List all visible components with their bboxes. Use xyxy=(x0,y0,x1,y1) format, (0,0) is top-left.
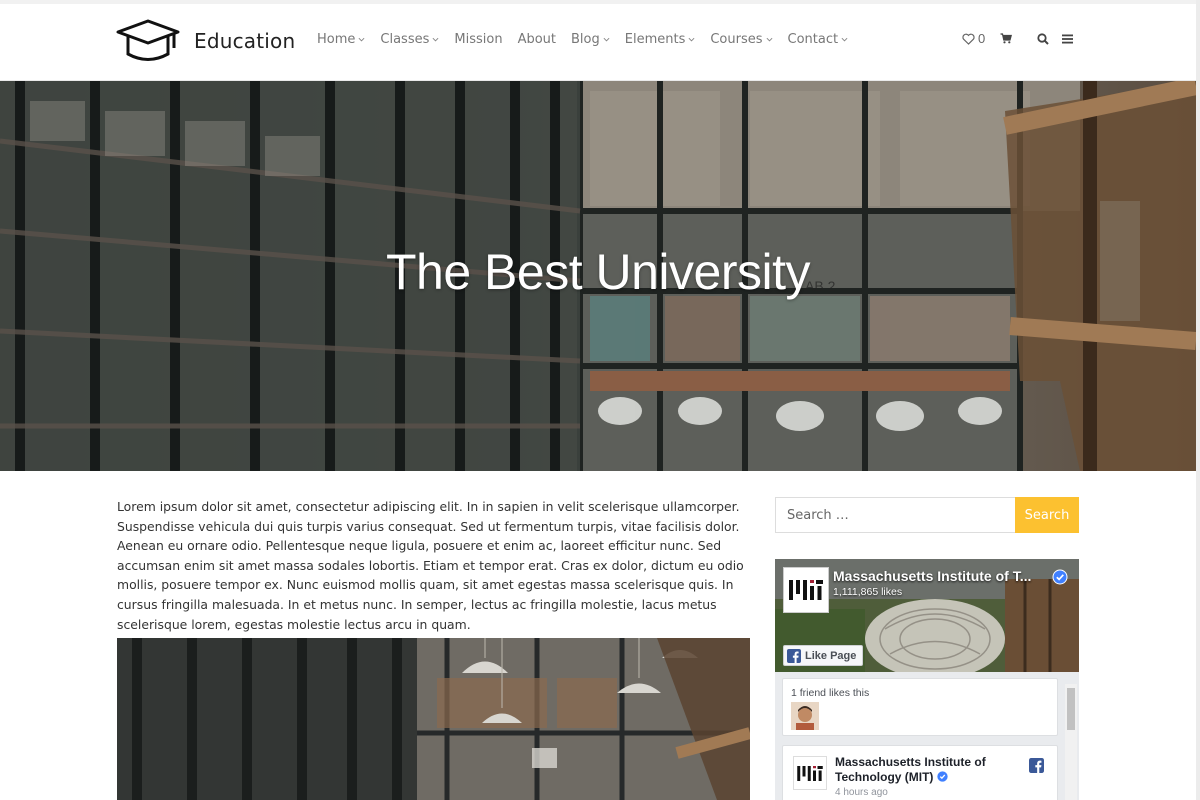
facebook-icon[interactable] xyxy=(1029,758,1044,773)
chevron-down-icon xyxy=(688,37,695,42)
brand-name: Education xyxy=(194,29,296,53)
like-page-button[interactable]: Like Page xyxy=(783,645,864,666)
post-author-line1: Massachusetts Institute of xyxy=(835,755,986,769)
graduation-cap-icon xyxy=(116,18,180,64)
page-scrollbar[interactable] xyxy=(1196,0,1200,800)
like-page-label: Like Page xyxy=(805,649,857,662)
facebook-page-widget: Massachusetts Institute of T... 1,111,86… xyxy=(775,559,1079,800)
hero-banner: AB 2 The Best University xyxy=(0,81,1196,471)
nav-label: Blog xyxy=(571,32,600,47)
sidebar-search: Search xyxy=(775,497,1079,533)
facebook-icon xyxy=(787,648,801,663)
heart-icon xyxy=(962,33,975,45)
search-icon xyxy=(1037,32,1049,45)
header-tools: 0 xyxy=(962,31,1074,46)
chevron-down-icon xyxy=(841,37,848,42)
facebook-post: Massachusetts Institute of Technology (M… xyxy=(782,745,1058,800)
chevron-down-icon xyxy=(766,37,772,42)
nav-item-classes[interactable]: Classes xyxy=(380,32,439,47)
wishlist-count: 0 xyxy=(978,31,986,46)
verified-badge-icon xyxy=(1052,569,1068,585)
facebook-like-count: 1,111,865 likes xyxy=(833,586,903,598)
nav-label: Courses xyxy=(710,32,763,47)
article-paragraph: Lorem ipsum dolor sit amet, consectetur … xyxy=(117,499,744,632)
verified-badge-icon xyxy=(937,771,948,782)
search-input[interactable] xyxy=(775,497,1015,533)
post-time[interactable]: 4 hours ago xyxy=(835,787,888,798)
search-toggle-button[interactable] xyxy=(1037,32,1049,45)
post-author-line2: Technology (MIT) xyxy=(835,770,934,784)
nav-item-elements[interactable]: Elements xyxy=(625,32,696,47)
nav-item-contact[interactable]: Contact xyxy=(788,32,849,47)
nav-label: Home xyxy=(317,32,356,47)
wishlist-button[interactable]: 0 xyxy=(962,31,985,46)
nav-label: About xyxy=(517,32,556,47)
nav-item-about[interactable]: About xyxy=(518,32,556,47)
nav-item-home[interactable]: Home xyxy=(317,32,365,47)
chevron-down-icon xyxy=(358,37,365,42)
nav-item-courses[interactable]: Courses xyxy=(710,32,772,47)
nav-label: Elements xyxy=(624,32,686,47)
post-author-logo[interactable] xyxy=(793,756,827,790)
facebook-widget-scrollbar[interactable] xyxy=(1065,684,1077,800)
friends-like-text: 1 friend likes this xyxy=(791,687,870,699)
article-image xyxy=(117,638,750,800)
search-button[interactable]: Search xyxy=(1015,497,1079,533)
nav-item-mission[interactable]: Mission xyxy=(454,32,502,47)
facebook-page-name[interactable]: Massachusetts Institute of T... xyxy=(833,568,1031,584)
cart-icon xyxy=(1000,33,1013,44)
chevron-down-icon xyxy=(432,37,439,42)
cart-button[interactable] xyxy=(1000,33,1013,44)
nav-label: Contact xyxy=(787,32,839,47)
chevron-down-icon xyxy=(603,37,610,42)
brand[interactable]: Education xyxy=(116,18,295,64)
scrollbar-thumb[interactable] xyxy=(1067,688,1075,730)
menu-toggle-button[interactable] xyxy=(1062,34,1074,44)
friend-avatar[interactable] xyxy=(791,702,819,730)
hero-title: The Best University xyxy=(386,244,810,300)
site-header: Education Home Classes Mission About Blo… xyxy=(0,4,1196,81)
facebook-cover[interactable]: Massachusetts Institute of T... 1,111,86… xyxy=(775,559,1079,672)
nav-item-blog[interactable]: Blog xyxy=(571,32,610,47)
nav-label: Mission xyxy=(454,32,503,47)
mit-logo xyxy=(783,567,829,613)
nav-label: Classes xyxy=(380,32,430,47)
main-nav: Home Classes Mission About Blog Elements… xyxy=(317,32,863,47)
post-author-name[interactable]: Massachusetts Institute of Technology (M… xyxy=(835,755,1015,785)
menu-icon xyxy=(1062,34,1074,43)
friends-like-box: 1 friend likes this xyxy=(782,678,1058,736)
